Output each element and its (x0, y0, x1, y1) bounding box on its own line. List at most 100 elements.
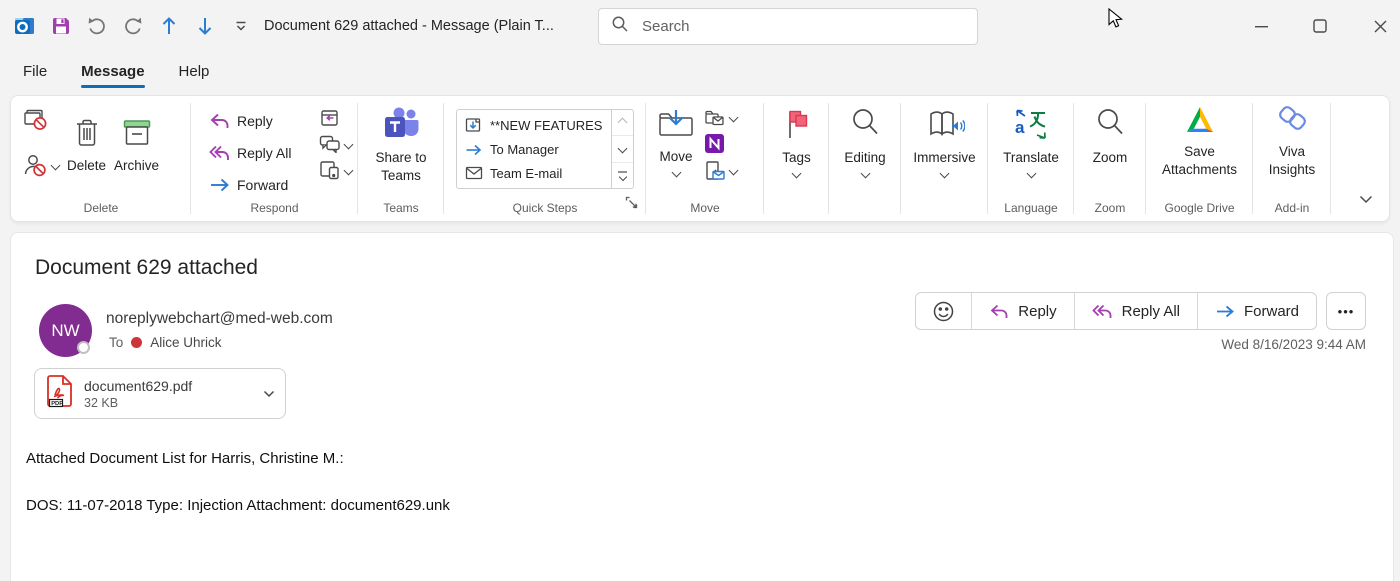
tab-file[interactable]: File (23, 63, 47, 90)
forward-label: Forward (1244, 303, 1299, 320)
search-input[interactable] (640, 17, 965, 36)
attachment-dropdown-icon[interactable] (263, 385, 275, 403)
actions-icon (704, 160, 726, 181)
tags-label: Tags (782, 149, 811, 167)
sender-email[interactable]: noreplywebchart@med-web.com (106, 310, 333, 328)
quick-step-label: To Manager (490, 142, 559, 157)
move-dropdown-icon[interactable] (671, 168, 681, 178)
reply-icon (989, 303, 1009, 320)
tab-help[interactable]: Help (179, 63, 210, 90)
quick-step-move-icon (465, 117, 483, 134)
redo-icon[interactable] (120, 13, 145, 39)
reply-all-icon (209, 144, 230, 162)
move-button[interactable]: Move (656, 106, 696, 181)
delete-button[interactable]: Delete (67, 106, 106, 177)
onenote-icon (704, 133, 725, 154)
menu-bar: File Message Help (23, 63, 209, 90)
reply-label: Reply (237, 113, 273, 129)
quick-steps-scroll-up[interactable] (612, 110, 633, 135)
ribbon: Delete Archive Delete Reply Reply All (10, 95, 1390, 222)
attachment-size: 32 KB (84, 396, 192, 410)
archive-icon (120, 117, 154, 154)
body-line: DOS: 11-07-2018 Type: Injection Attachme… (26, 497, 450, 514)
message-pane: Document 629 attached NW noreplywebchart… (10, 232, 1394, 581)
quick-steps-scroll-down[interactable] (612, 135, 633, 161)
editing-button[interactable]: Editing (829, 96, 901, 177)
zoom-label: Zoom (1093, 149, 1128, 167)
save-icon[interactable] (48, 13, 73, 39)
actions-dropdown-icon[interactable] (729, 166, 739, 176)
minimize-button[interactable] (1238, 0, 1284, 52)
block-sender-button[interactable] (23, 153, 59, 177)
reply-with-im-button[interactable] (319, 135, 352, 153)
im-dropdown-icon[interactable] (344, 139, 354, 149)
close-button[interactable] (1357, 0, 1400, 52)
move-down-icon[interactable] (192, 13, 217, 39)
onenote-button[interactable] (704, 133, 737, 154)
archive-label: Archive (114, 157, 159, 175)
forward-button[interactable]: Forward (209, 170, 291, 199)
actions-button[interactable] (704, 160, 737, 181)
attachment-chip[interactable]: PDF document629.pdf 32 KB (34, 368, 286, 419)
title-bar: Document 629 attached - Message (Plain T… (0, 0, 1400, 52)
reply-all-button[interactable]: Reply All (209, 138, 291, 167)
immersive-button[interactable]: Immersive (901, 96, 988, 177)
delete-icon (73, 117, 101, 154)
editing-dropdown-icon[interactable] (860, 169, 870, 179)
reply-all-label: Reply All (237, 145, 291, 161)
to-label: To (109, 335, 123, 350)
quick-steps-more[interactable] (612, 162, 633, 188)
quick-step-new-features[interactable]: **NEW FEATURES (465, 117, 611, 134)
recipient-name[interactable]: Alice Uhrick (150, 335, 221, 350)
forward-header-button[interactable]: Forward (1197, 293, 1316, 329)
reply-label: Reply (1018, 303, 1056, 320)
google-drive-icon (1183, 105, 1217, 140)
move-up-icon[interactable] (156, 13, 181, 39)
immersive-dropdown-icon[interactable] (940, 169, 950, 179)
group-label-quick-steps: Quick Steps (444, 201, 646, 215)
quick-steps-dialog-launcher[interactable] (625, 196, 638, 214)
magnifier-icon (849, 107, 881, 146)
zoom-button[interactable]: Zoom (1074, 96, 1146, 167)
viva-insights-button[interactable]: Viva Insights (1253, 96, 1331, 180)
undo-icon[interactable] (84, 13, 109, 39)
reply-all-icon (1092, 303, 1113, 320)
archive-button[interactable]: Archive (114, 106, 159, 177)
reply-header-button[interactable]: Reply (971, 293, 1073, 329)
reply-button[interactable]: Reply (209, 106, 291, 135)
group-label-respond: Respond (191, 201, 358, 215)
translate-dropdown-icon[interactable] (1026, 169, 1036, 179)
quick-steps-gallery: **NEW FEATURES To Manager Team E-mail (456, 109, 634, 189)
reply-on-device-button[interactable] (319, 160, 352, 180)
more-actions-button[interactable]: ••• (1326, 292, 1366, 330)
quick-step-forward-icon (465, 143, 483, 157)
attachment-filename: document629.pdf (84, 377, 192, 395)
save-attachments-button[interactable]: Save Attachments (1146, 96, 1253, 180)
reply-with-meeting-button[interactable] (319, 107, 352, 128)
rules-button[interactable] (704, 108, 737, 127)
collapse-ribbon-button[interactable] (1359, 191, 1373, 209)
quick-step-to-manager[interactable]: To Manager (465, 142, 611, 157)
search-box[interactable] (598, 8, 978, 45)
ignore-button[interactable] (23, 108, 59, 131)
ribbon-group-teams: Share to Teams Teams (358, 96, 444, 221)
maximize-button[interactable] (1297, 0, 1343, 52)
tab-message[interactable]: Message (81, 63, 144, 90)
viva-insights-label: Viva Insights (1262, 143, 1322, 179)
reactions-button[interactable] (916, 293, 971, 329)
translate-button[interactable]: a Translate (988, 96, 1074, 177)
avatar-initials: NW (51, 321, 79, 341)
tags-button[interactable]: Tags (764, 96, 829, 177)
window-title: Document 629 attached - Message (Plain T… (264, 18, 554, 34)
reply-all-header-button[interactable]: Reply All (1074, 293, 1197, 329)
share-to-teams-button[interactable]: Share to Teams (358, 96, 444, 186)
block-sender-dropdown-icon[interactable] (51, 160, 61, 170)
device-dropdown-icon[interactable] (344, 165, 354, 175)
mouse-cursor (1108, 8, 1124, 35)
tags-dropdown-icon[interactable] (792, 169, 802, 179)
ribbon-group-editing: Editing (829, 96, 901, 221)
customize-qat-icon[interactable] (228, 13, 253, 39)
quick-step-team-email[interactable]: Team E-mail (465, 166, 611, 181)
forward-icon (1215, 304, 1235, 319)
rules-dropdown-icon[interactable] (729, 113, 739, 123)
